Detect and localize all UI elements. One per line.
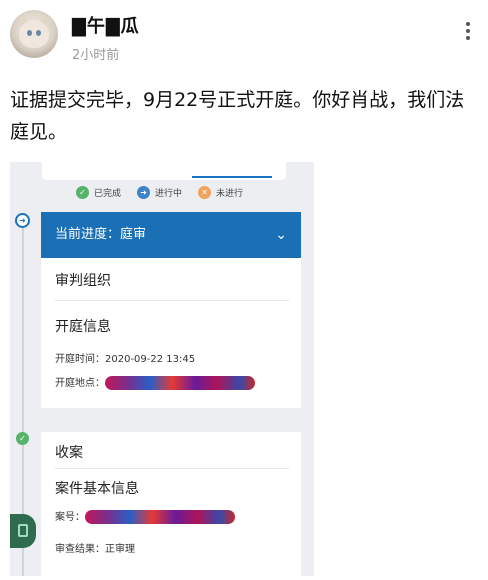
divider <box>55 468 289 469</box>
divider <box>55 300 289 301</box>
hearing-time-field: 开庭时间：2020-09-22 13:45 <box>55 350 195 365</box>
case-no-field: 案号： <box>55 508 235 524</box>
hearing-time-label: 开庭时间： <box>55 354 105 365</box>
timeline-progress-icon: ➜ <box>15 213 30 228</box>
avatar[interactable] <box>10 10 58 58</box>
review-result-label: 审查结果： <box>55 544 105 555</box>
current-stage-label: 当前进度：庭审 <box>55 227 147 242</box>
cross-icon: ✕ <box>198 186 212 199</box>
trial-org-title: 审判组织 <box>55 273 111 289</box>
post-header: ▇午▇瓜 2小时前 <box>0 0 488 70</box>
status-legend: ✓ 已完成 ➜ 进行中 ✕ 未进行 <box>76 186 259 199</box>
cat-eye-right <box>36 30 41 36</box>
arrow-right-icon: ➜ <box>137 186 151 199</box>
cat-eye-left <box>27 30 32 36</box>
legend-done: ✓ 已完成 <box>76 186 121 199</box>
post-time: 2小时前 <box>72 48 120 63</box>
hearing-time-value: 2020-09-22 13:45 <box>105 354 196 365</box>
legend-not-started: ✕ 未进行 <box>198 186 243 199</box>
filing-title: 收案 <box>55 445 83 461</box>
cat-face <box>19 20 49 48</box>
current-stage-header[interactable]: 当前进度：庭审 ⌄ <box>41 212 301 258</box>
document-icon <box>18 524 28 537</box>
hearing-info-title: 开庭信息 <box>55 319 111 335</box>
review-result-field: 审查结果：正审理 <box>55 540 135 555</box>
review-result-value: 正审理 <box>105 544 135 555</box>
legend-in-progress-label: 进行中 <box>155 189 183 199</box>
top-card-underline <box>192 176 272 178</box>
redaction-scribble <box>105 376 255 390</box>
post-text: 证据提交完毕，9月22号正式开庭。你好肖战，我们法庭见。 <box>10 89 465 143</box>
legend-done-label: 已完成 <box>94 189 122 199</box>
redaction-scribble <box>85 510 235 524</box>
top-card <box>42 162 286 180</box>
attached-screenshot[interactable]: ✓ 已完成 ➜ 进行中 ✕ 未进行 ➜ ✓ 当前进度：庭审 ⌄ 审判组织 开庭信… <box>10 162 314 576</box>
more-options-icon[interactable] <box>460 20 476 44</box>
check-icon: ✓ <box>76 186 89 199</box>
floating-document-button[interactable] <box>10 514 36 548</box>
case-basic-title: 案件基本信息 <box>55 481 139 497</box>
chevron-down-icon[interactable]: ⌄ <box>275 212 287 258</box>
timeline-done-icon: ✓ <box>16 432 29 445</box>
hearing-place-field: 开庭地点： <box>55 374 255 390</box>
trial-card: 审判组织 开庭信息 开庭时间：2020-09-22 13:45 开庭地点： <box>41 258 301 408</box>
legend-not-started-label: 未进行 <box>216 189 244 199</box>
username[interactable]: ▇午▇瓜 <box>72 12 140 38</box>
case-no-label: 案号： <box>55 512 85 523</box>
filing-card: 收案 案件基本信息 案号： 审查结果：正审理 <box>41 432 301 576</box>
hearing-place-label: 开庭地点： <box>55 378 105 389</box>
legend-in-progress: ➜ 进行中 <box>137 186 182 199</box>
